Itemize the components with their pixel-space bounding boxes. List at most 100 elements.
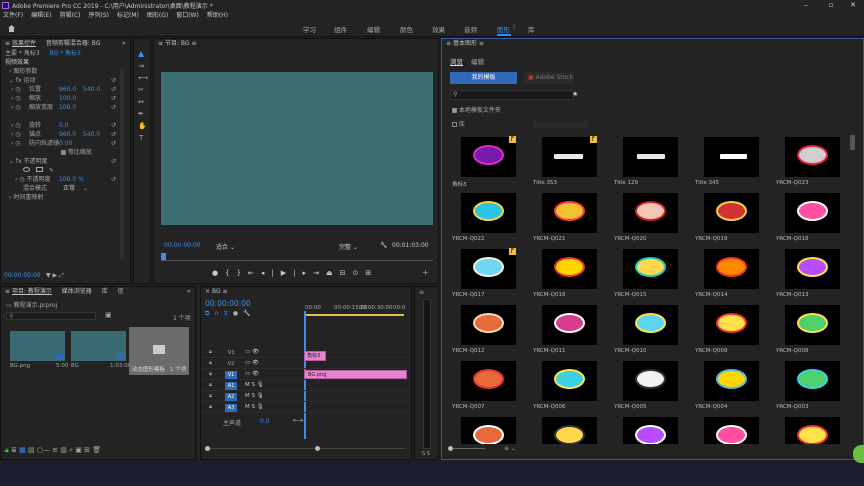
type-tool-icon[interactable]: T bbox=[139, 134, 143, 142]
master-clip-label[interactable]: 主要 * 角标3 bbox=[5, 50, 40, 57]
template-thumbnail[interactable] bbox=[542, 137, 597, 177]
ellipse-mask-icon[interactable] bbox=[23, 167, 30, 172]
track-target-a1[interactable]: A1 bbox=[225, 382, 237, 390]
snap-icon[interactable]: ∩ bbox=[214, 310, 223, 317]
marker-icon[interactable]: ● bbox=[212, 269, 225, 277]
delete-icon[interactable]: 🗑︎ bbox=[92, 446, 101, 454]
effect-param-value[interactable]: 960.0 bbox=[59, 85, 76, 94]
ripple-edit-tool-icon[interactable]: ⟷ bbox=[138, 74, 148, 82]
effect-param-value[interactable]: 540.0 bbox=[83, 130, 100, 139]
sort-icon[interactable]: ≡ bbox=[52, 446, 58, 454]
add-marker-icon[interactable]: ● bbox=[233, 310, 243, 317]
timeline-settings-icon[interactable]: 🔧 bbox=[243, 310, 255, 317]
effect-param-value[interactable]: 100.0 bbox=[59, 94, 76, 103]
export-frame-icon[interactable]: ⊙ bbox=[352, 269, 365, 277]
effect-param-row[interactable]: › ◷ 旋转 0.0 ↺ bbox=[1, 121, 130, 130]
go-to-in-icon[interactable]: ⇤ bbox=[248, 269, 261, 277]
tab-audio-mixer[interactable]: 音频剪辑混合器: BG bbox=[46, 40, 101, 47]
template-thumbnail[interactable] bbox=[461, 137, 516, 177]
find-icon[interactable]: ⌕ bbox=[69, 446, 73, 454]
stopwatch-icon[interactable]: › ◷ bbox=[11, 85, 21, 94]
effect-param-row[interactable]: › ◷ 防闪烁滤镜 0.00 ↺ bbox=[1, 139, 130, 148]
reset-icon[interactable]: ↺ bbox=[111, 94, 116, 103]
template-thumbnail[interactable] bbox=[704, 137, 759, 177]
menu-edit[interactable]: 编辑(E) bbox=[31, 12, 51, 19]
automate-icon[interactable]: ▥ bbox=[60, 446, 67, 454]
settings-wrench-icon[interactable]: 🔧 bbox=[380, 242, 387, 249]
pen-mask-icon[interactable]: ✎ bbox=[49, 167, 54, 174]
local-templates-checkbox-row[interactable]: 本地模板文件夹 bbox=[452, 105, 501, 114]
home-icon[interactable] bbox=[7, 24, 16, 32]
panel-more-icon[interactable]: » bbox=[187, 287, 191, 297]
template-thumbnail[interactable] bbox=[785, 193, 840, 233]
mask-tools[interactable]: ✎ bbox=[1, 166, 130, 175]
effect-param-row[interactable]: › ◷ 缩放 100.0 ↺ bbox=[1, 94, 130, 103]
track-target-v2[interactable]: V2 bbox=[225, 360, 237, 368]
out-point-icon[interactable]: } bbox=[237, 269, 248, 277]
menu-icon[interactable]: ≡ bbox=[446, 40, 453, 47]
workspace-assembly[interactable]: 组件 bbox=[334, 24, 347, 34]
program-title[interactable]: 节目: BG bbox=[165, 40, 190, 47]
track-target-v1[interactable]: V1 bbox=[225, 371, 237, 379]
slip-tool-icon[interactable]: ↔ bbox=[138, 98, 144, 106]
timeline-menu-icon[interactable]: ≡ bbox=[223, 288, 228, 295]
reset-icon[interactable]: ↺ bbox=[111, 103, 116, 112]
template-thumbnail[interactable] bbox=[461, 417, 516, 444]
template-thumbnail[interactable] bbox=[704, 361, 759, 401]
track-mute-solo-icons[interactable]: M S 🎙 bbox=[245, 393, 264, 399]
new-item-icon[interactable]: ⊞ bbox=[84, 446, 90, 454]
floating-assistant-icon[interactable] bbox=[853, 445, 864, 463]
nest-icon[interactable]: ⧉ bbox=[205, 310, 214, 317]
stopwatch-icon[interactable]: › ◷ bbox=[11, 130, 21, 139]
new-bin-bottom-icon[interactable]: ▣ bbox=[75, 446, 82, 454]
effect-param-row[interactable] bbox=[1, 112, 130, 121]
track-lock-icon[interactable]: 🔒︎ bbox=[209, 360, 212, 367]
icon-view-icon[interactable]: ▦ bbox=[19, 446, 26, 454]
step-forward-icon[interactable]: |▸ bbox=[293, 269, 313, 277]
track-lock-icon[interactable]: 🔒︎ bbox=[209, 404, 212, 411]
menu-icon[interactable]: ≡ bbox=[158, 40, 165, 47]
track-mute-solo-icons[interactable]: M S 🎙 bbox=[245, 404, 264, 410]
track-eye-icon[interactable]: ▭ 👁 bbox=[245, 360, 259, 366]
timeline-toolbar[interactable]: ⧉∩⧖●🔧 bbox=[205, 310, 256, 318]
tab-libraries[interactable]: 库 bbox=[102, 288, 108, 295]
library-checkbox-row[interactable]: 库 bbox=[452, 119, 588, 128]
tab-project[interactable]: 项目: 教程演示 bbox=[12, 288, 52, 295]
workspace-audio[interactable]: 音频 bbox=[464, 24, 477, 34]
program-video-frame[interactable] bbox=[161, 72, 433, 225]
stopwatch-icon[interactable]: › ◷ bbox=[11, 121, 21, 130]
tab-effect-controls[interactable]: 效果控件 bbox=[12, 40, 36, 47]
timeline-track-row[interactable]: 🔒︎ A1 M S 🎙 bbox=[201, 381, 411, 391]
compare-icon[interactable]: ⊞ bbox=[365, 269, 378, 277]
workspace-effects[interactable]: 效果 bbox=[432, 24, 445, 34]
effect-controls-scrollbar[interactable] bbox=[120, 69, 124, 259]
solo-buttons[interactable]: S S bbox=[422, 451, 430, 457]
template-thumbnail[interactable] bbox=[542, 361, 597, 401]
fit-select[interactable]: 适合 ⌄ bbox=[216, 242, 235, 251]
stopwatch-icon[interactable]: › ◷ bbox=[11, 103, 21, 112]
template-thumbnail[interactable] bbox=[623, 305, 678, 345]
audio-meter-menu-icon[interactable]: ≡ bbox=[419, 289, 424, 296]
template-thumbnail[interactable] bbox=[785, 417, 840, 444]
track-target-v3[interactable]: V3 bbox=[225, 349, 237, 357]
template-thumbnail[interactable] bbox=[461, 305, 516, 345]
program-menu-icon[interactable]: ≡ bbox=[190, 40, 196, 47]
effect-param-row[interactable]: › ◷ 位置 960.0 540.0 ↺ bbox=[1, 85, 130, 94]
track-lock-icon[interactable]: 🔒︎ bbox=[209, 393, 212, 400]
workspace-color[interactable]: 颜色 bbox=[400, 24, 413, 34]
menu-file[interactable]: 文件(F) bbox=[3, 12, 23, 19]
effect-param-row[interactable]: › ◷ 缩放宽度 100.0 ↺ bbox=[1, 103, 130, 112]
track-lock-icon[interactable]: 🔒︎ bbox=[209, 382, 212, 389]
time-remap-row[interactable]: › 时间重映射 bbox=[1, 193, 130, 202]
stopwatch-icon[interactable]: › ◷ bbox=[11, 139, 21, 148]
opacity-value-row[interactable]: › ◷ 不透明度 100.0 % ↺ bbox=[1, 175, 130, 184]
uniform-scale-row[interactable]: 等比缩放 bbox=[1, 148, 130, 157]
transport-controls[interactable]: ●{}⇤◂|▶|▸⇥⏏⊟⊙⊞ bbox=[212, 269, 378, 277]
track-target-a3[interactable]: A3 bbox=[225, 404, 237, 412]
motion-row[interactable]: ⌄ fx 运动 ↺ bbox=[1, 76, 130, 85]
workspace-graphics[interactable]: 图形 bbox=[497, 24, 510, 34]
play-icon[interactable]: ▶ bbox=[281, 269, 293, 277]
template-thumbnail[interactable] bbox=[785, 305, 840, 345]
effect-param-value[interactable]: 0.0 bbox=[59, 121, 69, 130]
template-thumbnail[interactable] bbox=[461, 361, 516, 401]
